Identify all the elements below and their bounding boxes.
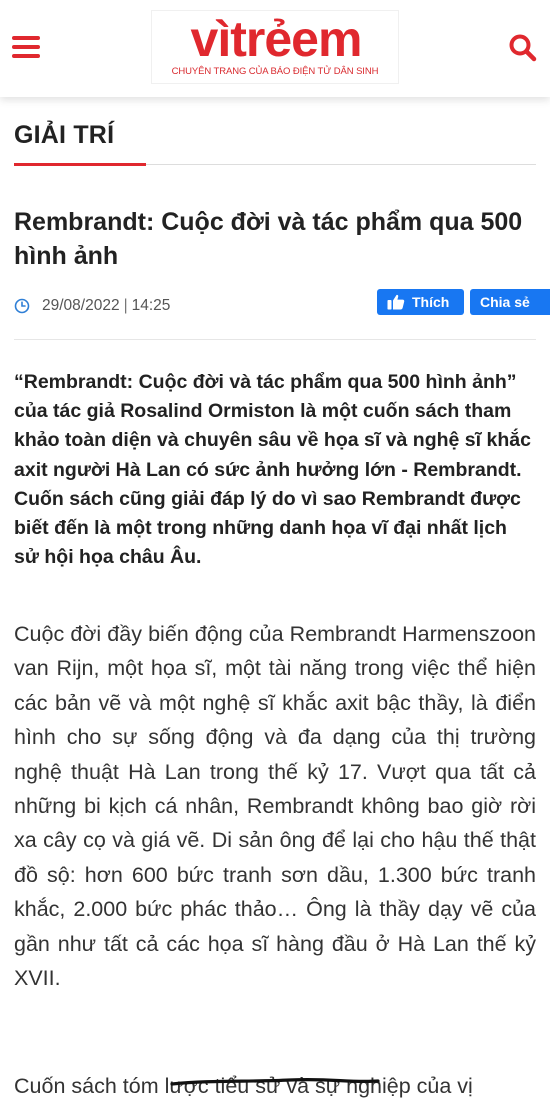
meta-divider (14, 339, 536, 340)
logo-wordmark: vìtrẻem (190, 11, 363, 67)
pen-scribble-mark (170, 1077, 380, 1086)
meta-separator: | (123, 297, 128, 314)
facebook-share-button[interactable]: Chia sẻ (470, 289, 550, 315)
article-paragraph: Cuộc đời đầy biến động của Rembrandt Har… (14, 622, 536, 991)
clock-icon (14, 298, 30, 314)
article-meta: 29/08/2022 | 14:25 (14, 296, 170, 316)
article-date: 29/08/2022 (42, 297, 120, 314)
like-label: Thích (412, 294, 450, 310)
thumbs-up-icon (387, 294, 405, 310)
article-sapo: “Rembrandt: Cuộc đời và tác phẩm qua 500… (14, 371, 531, 569)
section-title[interactable]: GIẢI TRÍ (14, 121, 114, 150)
facebook-like-button[interactable]: Thích (377, 289, 464, 315)
menu-icon[interactable] (12, 36, 40, 60)
site-logo[interactable]: vìtrẻem CHUYÊN TRANG CỦA BÁO ĐIỆN TỬ DÂN… (151, 10, 399, 84)
logo-tagline: CHUYÊN TRANG CỦA BÁO ĐIỆN TỬ DÂN SINH (171, 66, 379, 77)
search-icon[interactable] (508, 33, 538, 63)
site-header: vìtrẻem CHUYÊN TRANG CỦA BÁO ĐIỆN TỬ DÂN… (0, 0, 550, 97)
article-title: Rembrandt: Cuộc đời và tác phẩm qua 500 … (14, 208, 523, 270)
article-time: 14:25 (131, 297, 171, 314)
section-accent-bar (14, 163, 146, 166)
